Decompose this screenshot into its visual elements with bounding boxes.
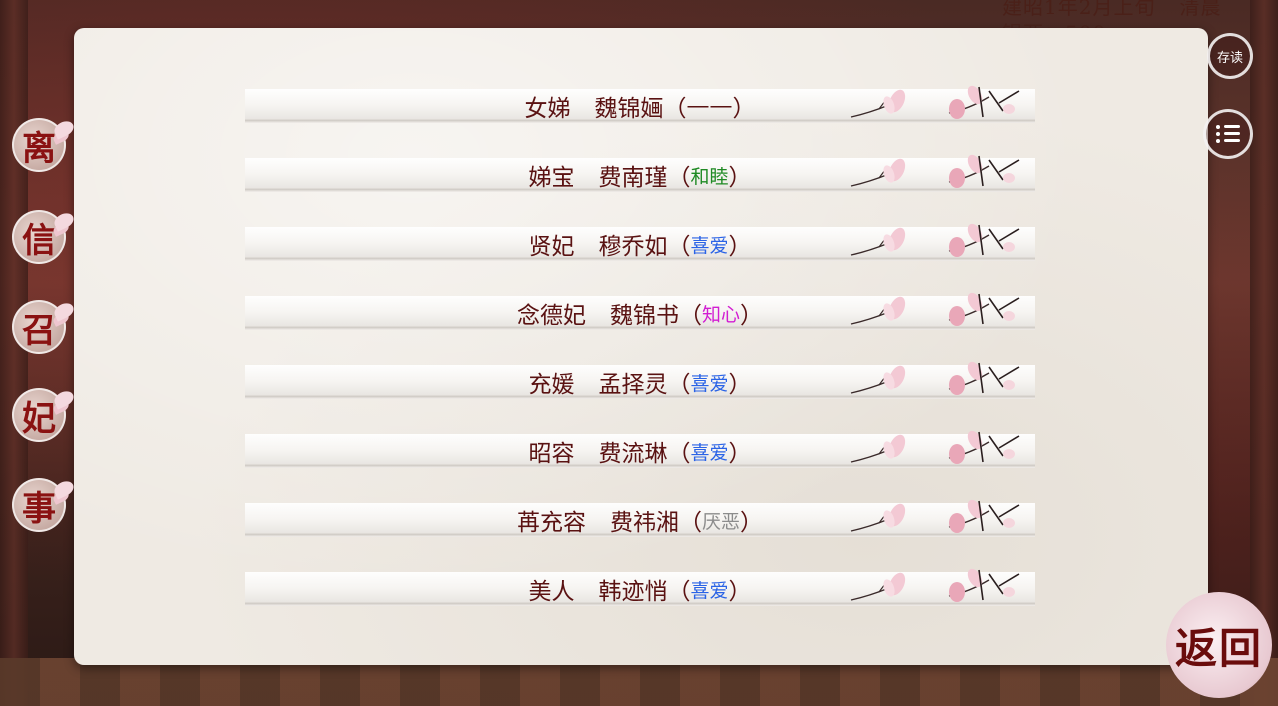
- back-button[interactable]: 返回: [1166, 592, 1272, 698]
- consort-name: 韩迹悄: [598, 579, 668, 605]
- title-char: 妃: [12, 388, 66, 442]
- relation-status: 喜爱: [690, 579, 729, 602]
- consort-label: 昭容 费流琳（喜爱）: [245, 434, 1035, 468]
- relation-status: 和睦: [690, 165, 729, 188]
- background-pillar: [1250, 0, 1278, 706]
- consort-label: 念德妃 魏锦书（知心）: [245, 296, 1035, 330]
- consort-row[interactable]: 念德妃 魏锦书（知心）: [245, 292, 1035, 330]
- menu-button[interactable]: [1203, 109, 1253, 159]
- save-icon: 存读: [1216, 50, 1243, 66]
- title-char: 召: [12, 300, 66, 354]
- relation-status: ——: [686, 93, 733, 119]
- title-char: 事: [12, 478, 66, 532]
- consort-label: 女娣 魏锦婳（——）: [245, 89, 1035, 123]
- consort-label: 充媛 孟择灵（喜爱）: [245, 365, 1035, 399]
- background-floor: [0, 658, 1278, 706]
- consort-row[interactable]: 充媛 孟择灵（喜爱）: [245, 361, 1035, 399]
- relation-status: 喜爱: [690, 372, 729, 395]
- consort-rank: 昭容: [528, 441, 575, 467]
- consort-name: 魏锦婳: [594, 96, 664, 122]
- paren-close: ）: [728, 234, 752, 260]
- consort-name: 孟择灵: [598, 372, 668, 398]
- consort-rank: 娣宝: [528, 165, 575, 191]
- consort-rank: 贤妃: [528, 234, 575, 260]
- consort-label: 美人 韩迹悄（喜爱）: [245, 572, 1035, 606]
- consort-name: 费祎湘: [609, 510, 679, 536]
- paren-open: （: [667, 165, 691, 191]
- paren-open: （: [663, 96, 687, 122]
- background-pillar: [0, 0, 28, 706]
- paren-close: ）: [740, 510, 763, 536]
- relation-status: 厌恶: [701, 510, 740, 533]
- consort-label: 娣宝 费南瑾（和睦）: [245, 158, 1035, 192]
- consort-label: 贤妃 穆乔如（喜爱）: [245, 227, 1035, 261]
- consort-name: 费流琳: [598, 441, 668, 467]
- relation-status: 喜爱: [690, 234, 729, 257]
- consort-rank: 充媛: [528, 372, 575, 398]
- paren-open: （: [667, 579, 691, 605]
- save-load-button[interactable]: 存读: [1207, 33, 1253, 79]
- consort-rank: 念德妃: [516, 303, 586, 329]
- paren-open: （: [678, 510, 702, 536]
- consort-rank: 苒充容: [516, 510, 586, 536]
- title-char: 信: [12, 210, 66, 264]
- consort-name: 费南瑾: [598, 165, 668, 191]
- consort-row[interactable]: 娣宝 费南瑾（和睦）: [245, 154, 1035, 192]
- consort-rank: 美人: [528, 579, 575, 605]
- consort-row[interactable]: 昭容 费流琳（喜爱）: [245, 430, 1035, 468]
- consort-name: 穆乔如: [598, 234, 668, 260]
- paren-open: （: [667, 234, 691, 260]
- consort-row[interactable]: 美人 韩迹悄（喜爱）: [245, 568, 1035, 606]
- menu-list-icon: [1216, 124, 1240, 144]
- paren-open: （: [667, 372, 691, 398]
- date-text: 建昭1年2月上旬: [1002, 0, 1156, 19]
- relation-status: 喜爱: [690, 441, 729, 464]
- paren-close: ）: [732, 96, 756, 122]
- paren-close: ）: [740, 303, 763, 329]
- paren-close: ）: [728, 372, 752, 398]
- paren-close: ）: [728, 579, 752, 605]
- consort-row[interactable]: 女娣 魏锦婳（——）: [245, 85, 1035, 123]
- paren-close: ）: [728, 441, 752, 467]
- paren-open: （: [678, 303, 702, 329]
- title-char: 离: [12, 118, 66, 172]
- consort-name: 魏锦书: [609, 303, 679, 329]
- consort-row[interactable]: 贤妃 穆乔如（喜爱）: [245, 223, 1035, 261]
- consort-label: 苒充容 费祎湘（厌恶）: [245, 503, 1035, 537]
- paren-close: ）: [728, 165, 752, 191]
- consort-list-panel: [74, 28, 1208, 665]
- consort-row[interactable]: 苒充容 费祎湘（厌恶）: [245, 499, 1035, 537]
- paren-open: （: [667, 441, 691, 467]
- time-of-day-text: 清晨: [1179, 0, 1222, 19]
- consort-rank: 女娣: [524, 96, 571, 122]
- relation-status: 知心: [701, 303, 740, 326]
